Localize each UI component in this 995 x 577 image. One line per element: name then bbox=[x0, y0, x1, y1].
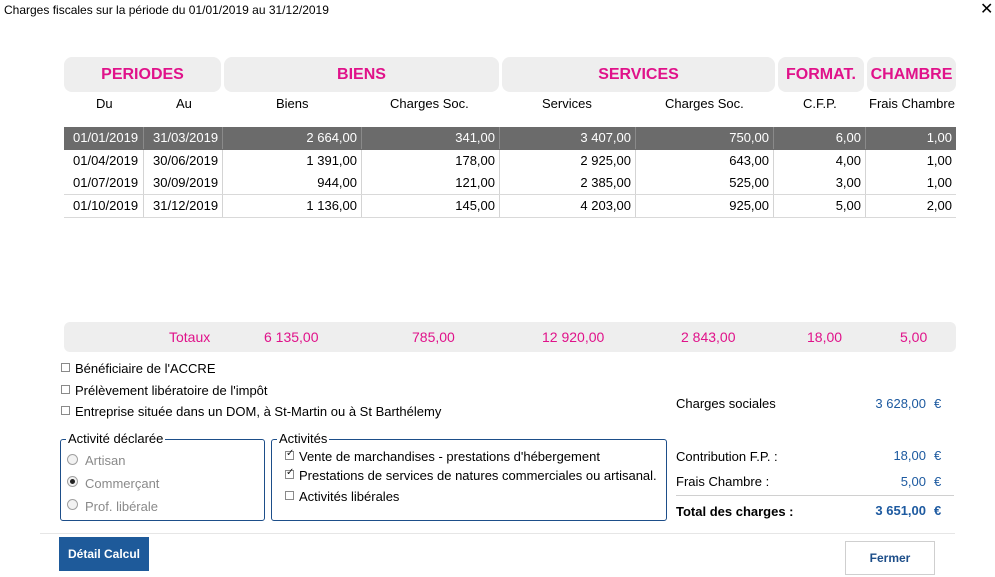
activites-liberales-checkbox[interactable] bbox=[285, 491, 294, 500]
group-header-services: SERVICES bbox=[502, 57, 775, 92]
cell-au: 30/06/2019 bbox=[144, 149, 223, 172]
footer-divider bbox=[40, 533, 955, 534]
activites-legend: Activités bbox=[277, 431, 330, 446]
frais-chambre-label: Frais Chambre : bbox=[676, 474, 770, 489]
activite-declaree-legend: Activité déclarée bbox=[66, 431, 166, 446]
charges-sociales-value: 3 628,00 bbox=[875, 396, 926, 411]
prof-liberale-label: Prof. libérale bbox=[85, 499, 158, 514]
commercant-radio[interactable] bbox=[67, 476, 78, 487]
vente-marchandises-label: Vente de marchandises - prestations d'hé… bbox=[299, 449, 600, 464]
cell-charges-soc-biens: 145,00 bbox=[362, 194, 500, 217]
group-header-periodes: PERIODES bbox=[64, 57, 221, 92]
charges-sociales-currency: € bbox=[934, 396, 942, 411]
activites-liberales-label: Activités libérales bbox=[299, 489, 400, 504]
cell-du: 01/01/2019 bbox=[64, 127, 144, 149]
total-charges-soc-services: 2 843,00 bbox=[681, 329, 736, 345]
total-frais-chambre: 5,00 bbox=[900, 329, 928, 345]
close-icon[interactable]: ✕ bbox=[980, 2, 993, 18]
contribution-fp-currency: € bbox=[934, 448, 942, 463]
cell-services: 4 203,00 bbox=[500, 194, 636, 217]
cell-services: 2 385,00 bbox=[500, 172, 636, 194]
contribution-fp-label: Contribution F.P. : bbox=[676, 449, 778, 464]
table-row[interactable]: 01/01/2019 31/03/2019 2 664,00 341,00 3 407,… bbox=[64, 127, 956, 150]
cell-charges-soc-biens: 341,00 bbox=[362, 127, 500, 149]
accre-checkbox[interactable] bbox=[61, 363, 70, 372]
table-row[interactable]: 01/10/2019 31/12/2019 1 136,00 145,00 4 203,… bbox=[64, 194, 956, 218]
artisan-label: Artisan bbox=[85, 453, 126, 468]
cell-cfp: 4,00 bbox=[774, 149, 866, 172]
cell-biens: 1 391,00 bbox=[223, 149, 362, 172]
cell-au: 31/12/2019 bbox=[144, 194, 223, 217]
cell-services: 3 407,00 bbox=[500, 127, 636, 149]
column-header-biens: Biens bbox=[276, 96, 309, 111]
cell-charges-soc-services: 643,00 bbox=[636, 149, 774, 172]
commercant-label: Commerçant bbox=[85, 476, 160, 491]
cell-charges-soc-services: 525,00 bbox=[636, 172, 774, 194]
cell-cfp: 5,00 bbox=[774, 194, 866, 217]
group-header-biens: BIENS bbox=[224, 57, 499, 92]
cell-charges-soc-biens: 121,00 bbox=[362, 172, 500, 194]
cell-au: 31/03/2019 bbox=[144, 127, 223, 149]
prelevement-liberatoire-label: Prélèvement libératoire de l'impôt bbox=[75, 383, 268, 398]
group-header-format: FORMAT. bbox=[778, 57, 864, 92]
cell-charges-soc-biens: 178,00 bbox=[362, 149, 500, 172]
window-title: Charges fiscales sur la période du 01/01… bbox=[4, 3, 329, 17]
total-services: 12 920,00 bbox=[542, 329, 605, 345]
frais-chambre-currency: € bbox=[934, 474, 942, 489]
accre-label: Bénéficiaire de l'ACCRE bbox=[75, 361, 216, 376]
prestations-services-checkbox[interactable] bbox=[285, 467, 294, 479]
total-charges-value: 3 651,00 bbox=[875, 503, 926, 518]
column-header-frais-chambre: Frais Chambre bbox=[869, 96, 955, 111]
charges-sociales-label: Charges sociales bbox=[676, 396, 776, 411]
cell-charges-soc-services: 925,00 bbox=[636, 194, 774, 217]
column-header-services: Services bbox=[542, 96, 592, 111]
total-biens: 6 135,00 bbox=[264, 329, 319, 345]
column-header-au: Au bbox=[176, 96, 192, 111]
cell-frais-chambre: 2,00 bbox=[926, 197, 952, 213]
total-charges-label: Total des charges : bbox=[676, 504, 794, 519]
cell-cfp: 3,00 bbox=[774, 172, 866, 194]
column-header-charges-soc-services: Charges Soc. bbox=[665, 96, 744, 111]
column-header-charges-soc-biens: Charges Soc. bbox=[390, 96, 469, 111]
cell-charges-soc-services: 750,00 bbox=[636, 127, 774, 149]
column-header-cfp: C.F.P. bbox=[803, 96, 837, 111]
total-charges-currency: € bbox=[934, 503, 942, 518]
cell-biens: 944,00 bbox=[223, 172, 362, 194]
artisan-radio[interactable] bbox=[67, 454, 78, 465]
detail-calcul-button[interactable]: Détail Calcul bbox=[59, 537, 149, 571]
table-row[interactable]: 01/07/2019 30/09/2019 944,00 121,00 2 385,00… bbox=[64, 172, 956, 195]
cell-cfp: 6,00 bbox=[774, 127, 866, 149]
vente-marchandises-checkbox[interactable] bbox=[285, 448, 294, 460]
cell-frais-chambre: 1,00 bbox=[926, 175, 952, 190]
cell-frais-chambre: 1,00 bbox=[926, 152, 952, 168]
contribution-fp-value: 18,00 bbox=[893, 448, 926, 463]
table-row[interactable]: 01/04/2019 30/06/2019 1 391,00 178,00 2 925,… bbox=[64, 149, 956, 173]
cell-frais-chambre: 1,00 bbox=[926, 130, 952, 145]
cell-biens: 2 664,00 bbox=[223, 127, 362, 149]
prelevement-liberatoire-checkbox[interactable] bbox=[61, 385, 70, 394]
cell-services: 2 925,00 bbox=[500, 149, 636, 172]
column-header-du: Du bbox=[96, 96, 113, 111]
cell-du: 01/04/2019 bbox=[64, 149, 144, 172]
prof-liberale-radio[interactable] bbox=[67, 499, 78, 510]
cell-du: 01/10/2019 bbox=[64, 194, 144, 217]
group-header-chambre: CHAMBRE bbox=[867, 57, 956, 92]
total-cfp: 18,00 bbox=[807, 329, 843, 345]
cell-biens: 1 136,00 bbox=[223, 194, 362, 217]
totals-label: Totaux bbox=[169, 329, 211, 345]
fermer-button[interactable]: Fermer bbox=[845, 541, 935, 575]
cell-du: 01/07/2019 bbox=[64, 172, 144, 194]
total-charges-soc-biens: 785,00 bbox=[412, 329, 455, 345]
summary-divider bbox=[676, 495, 954, 496]
dom-label: Entreprise située dans un DOM, à St-Mart… bbox=[75, 404, 442, 419]
dom-checkbox[interactable] bbox=[61, 406, 70, 415]
frais-chambre-value: 5,00 bbox=[900, 474, 926, 489]
prestations-services-label: Prestations de services de natures comme… bbox=[299, 468, 657, 483]
cell-au: 30/09/2019 bbox=[144, 172, 223, 194]
